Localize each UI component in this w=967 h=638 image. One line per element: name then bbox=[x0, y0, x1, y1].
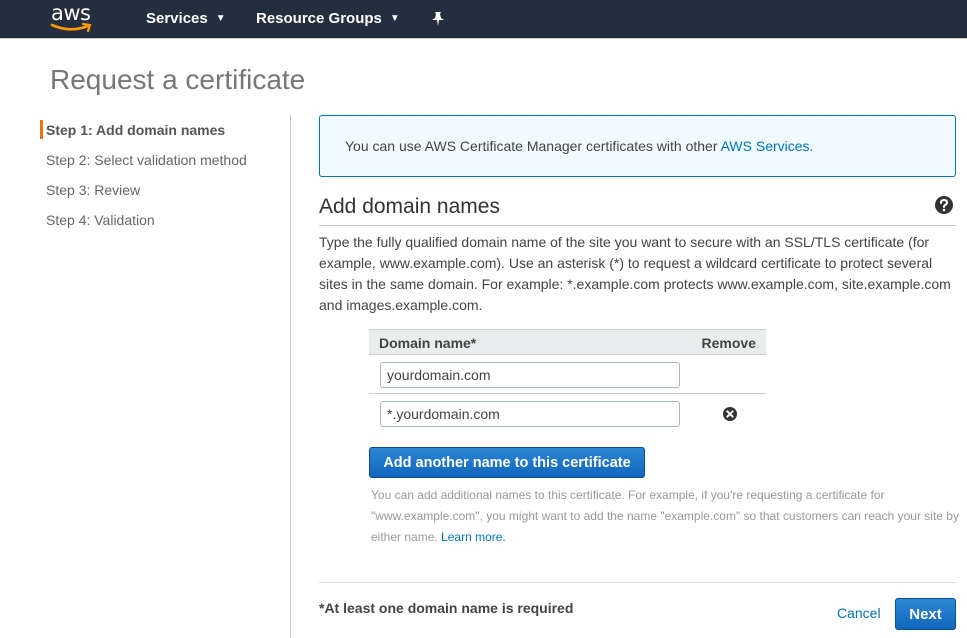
step-review[interactable]: Step 3: Review bbox=[40, 178, 290, 208]
section-description: Type the fully qualified domain name of … bbox=[319, 234, 951, 313]
domain-names-table: Domain name* Remove bbox=[369, 329, 766, 433]
learn-more-link[interactable]: Learn more. bbox=[441, 530, 506, 544]
chevron-down-icon: ▼ bbox=[389, 13, 400, 24]
step-select-validation-method[interactable]: Step 2: Select validation method bbox=[40, 148, 290, 178]
chevron-down-icon: ▼ bbox=[215, 13, 226, 24]
wizard-steps: Step 1: Add domain names Step 2: Select … bbox=[40, 118, 290, 238]
table-header: Domain name* Remove bbox=[369, 329, 766, 355]
aws-smile-icon bbox=[50, 22, 92, 33]
step-add-domain-names[interactable]: Step 1: Add domain names bbox=[40, 118, 290, 148]
domain-name-input[interactable] bbox=[380, 401, 680, 427]
pin-icon[interactable] bbox=[431, 11, 445, 27]
info-text: You can use AWS Certificate Manager cert… bbox=[345, 138, 721, 154]
resource-groups-label: Resource Groups bbox=[256, 10, 382, 27]
next-button[interactable]: Next bbox=[895, 598, 956, 630]
help-icon[interactable] bbox=[935, 196, 953, 214]
header-domain-name: Domain name* bbox=[379, 335, 477, 351]
cancel-link[interactable]: Cancel bbox=[837, 605, 881, 621]
footer-divider bbox=[319, 582, 956, 583]
table-row bbox=[369, 394, 766, 433]
step-validation[interactable]: Step 4: Validation bbox=[40, 208, 290, 238]
aws-logo[interactable]: aws bbox=[50, 1, 94, 34]
page-title: Request a certificate bbox=[50, 64, 306, 95]
remove-icon[interactable] bbox=[723, 407, 737, 421]
section-divider bbox=[319, 225, 956, 226]
info-box: You can use AWS Certificate Manager cert… bbox=[319, 115, 956, 177]
aws-services-link[interactable]: AWS Services. bbox=[721, 138, 814, 154]
vertical-divider bbox=[290, 115, 291, 638]
required-note: *At least one domain name is required bbox=[319, 600, 574, 616]
domain-name-input[interactable] bbox=[380, 362, 680, 388]
table-row bbox=[369, 355, 766, 394]
services-label: Services bbox=[146, 10, 208, 27]
add-another-name-button[interactable]: Add another name to this certificate bbox=[369, 447, 645, 478]
top-navigation-bar: aws Services ▼ Resource Groups ▼ bbox=[0, 0, 967, 39]
section-title: Add domain names bbox=[319, 195, 500, 218]
header-remove: Remove bbox=[701, 335, 756, 351]
resource-groups-menu[interactable]: Resource Groups ▼ bbox=[256, 10, 400, 27]
additional-names-hint: You can add additional names to this cer… bbox=[371, 485, 961, 548]
services-menu[interactable]: Services ▼ bbox=[146, 10, 226, 27]
